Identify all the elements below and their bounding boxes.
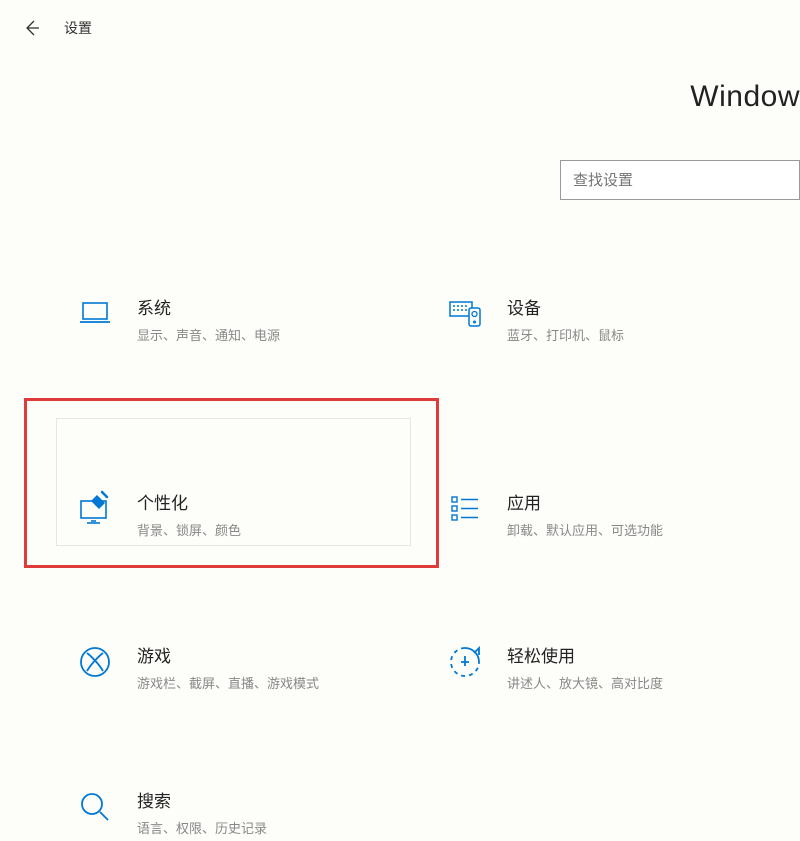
tile-title: 搜索	[137, 787, 267, 812]
tile-ease-of-access[interactable]: 轻松使用 讲述人、放大镜、高对比度	[445, 638, 800, 696]
tile-desc: 蓝牙、打印机、鼠标	[507, 325, 624, 344]
tile-desc: 背景、锁屏、颜色	[137, 520, 241, 539]
arrow-left-icon	[23, 19, 41, 37]
search-container	[560, 160, 800, 200]
tile-search[interactable]: 搜索 语言、权限、历史记录	[75, 783, 445, 841]
tile-desc: 讲述人、放大镜、高对比度	[507, 673, 663, 692]
tile-desc: 游戏栏、截屏、直播、游戏模式	[137, 673, 319, 692]
devices-icon	[445, 294, 485, 334]
tile-title: 游戏	[137, 642, 319, 667]
tile-text: 系统 显示、声音、通知、电源	[137, 294, 280, 344]
tile-text: 搜索 语言、权限、历史记录	[137, 787, 267, 837]
tile-desc: 显示、声音、通知、电源	[137, 325, 280, 344]
xbox-icon	[75, 642, 115, 682]
tile-title: 系统	[137, 294, 280, 319]
personalize-icon	[75, 489, 115, 529]
laptop-icon	[75, 294, 115, 334]
tile-text: 应用 卸载、默认应用、可选功能	[507, 489, 663, 539]
brand-title: Window	[690, 80, 800, 114]
tile-text: 轻松使用 讲述人、放大镜、高对比度	[507, 642, 663, 692]
tile-title: 轻松使用	[507, 642, 663, 667]
back-button[interactable]	[18, 14, 46, 42]
tile-text: 游戏 游戏栏、截屏、直播、游戏模式	[137, 642, 319, 692]
page-title: 设置	[64, 18, 92, 38]
tile-text: 个性化 背景、锁屏、颜色	[137, 489, 241, 539]
tile-desc: 语言、权限、历史记录	[137, 818, 267, 837]
ease-of-access-icon	[445, 642, 485, 682]
header-bar: 设置	[0, 0, 800, 56]
settings-grid: 系统 显示、声音、通知、电源 设备 蓝牙、打印机、鼠标	[75, 290, 795, 841]
tile-devices[interactable]: 设备 蓝牙、打印机、鼠标	[445, 290, 800, 348]
tile-title: 应用	[507, 489, 663, 514]
tile-system[interactable]: 系统 显示、声音、通知、电源	[75, 290, 445, 348]
tile-title: 设备	[507, 294, 624, 319]
tile-desc: 卸载、默认应用、可选功能	[507, 520, 663, 539]
tile-gaming[interactable]: 游戏 游戏栏、截屏、直播、游戏模式	[75, 638, 445, 696]
apps-list-icon	[445, 489, 485, 529]
search-input[interactable]	[560, 160, 800, 200]
tile-personalize[interactable]: 个性化 背景、锁屏、颜色	[75, 485, 445, 543]
tile-apps[interactable]: 应用 卸载、默认应用、可选功能	[445, 485, 800, 543]
tile-title: 个性化	[137, 489, 241, 514]
search-icon	[75, 787, 115, 827]
tile-text: 设备 蓝牙、打印机、鼠标	[507, 294, 624, 344]
